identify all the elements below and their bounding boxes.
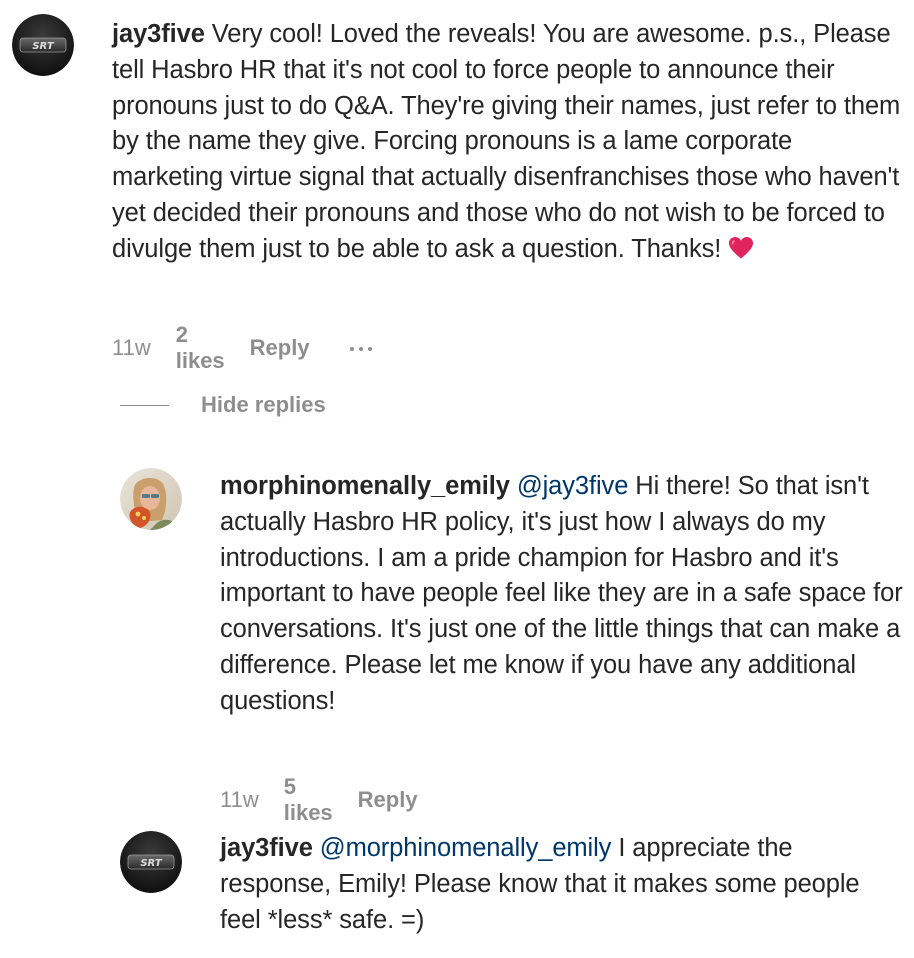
reply-username[interactable]: morphinomenally_emily <box>220 472 510 500</box>
avatar[interactable] <box>120 468 182 530</box>
comment-likes[interactable]: 2 likes <box>176 322 225 374</box>
reply-likes[interactable]: 5 likes <box>284 774 333 826</box>
reply-mention[interactable]: @morphinomenally_emily <box>320 834 612 862</box>
comment-body: jay3five Very cool! Loved the reveals! Y… <box>112 17 902 268</box>
comment-text: Very cool! Loved the reveals! You are aw… <box>112 20 901 263</box>
reply-text: Hi there! So that isn't actually Hasbro … <box>220 472 903 715</box>
reply-button[interactable]: Reply <box>250 335 310 361</box>
user-photo-avatar-icon <box>120 468 182 530</box>
reply-time[interactable]: 11w <box>220 787 259 813</box>
comment-username[interactable]: jay3five <box>112 20 205 48</box>
svg-text:SRT: SRT <box>140 858 162 869</box>
svg-text:SRT: SRT <box>32 41 54 52</box>
red-heart-icon <box>729 236 754 259</box>
reply-button[interactable]: Reply <box>358 787 418 813</box>
avatar[interactable]: SRT <box>12 14 74 76</box>
reply-username[interactable]: jay3five <box>220 834 313 862</box>
divider-line <box>120 404 169 406</box>
avatar[interactable]: SRT <box>120 831 182 893</box>
more-options-icon[interactable] <box>349 345 372 351</box>
hide-replies-button[interactable]: Hide replies <box>120 392 326 418</box>
reply-meta: 11w 5 likes Reply <box>220 774 458 826</box>
srt-badge-avatar-icon: SRT <box>12 14 74 76</box>
comment-time[interactable]: 11w <box>112 335 151 361</box>
comment-meta: 11w 2 likes Reply <box>112 322 372 374</box>
reply-body: morphinomenally_emily @jay3five Hi there… <box>220 469 904 720</box>
srt-badge-avatar-icon: SRT <box>120 831 182 893</box>
hide-replies-label: Hide replies <box>201 392 326 417</box>
reply-mention[interactable]: @jay3five <box>517 472 629 500</box>
reply-body: jay3five @morphinomenally_emily I apprec… <box>220 831 904 938</box>
